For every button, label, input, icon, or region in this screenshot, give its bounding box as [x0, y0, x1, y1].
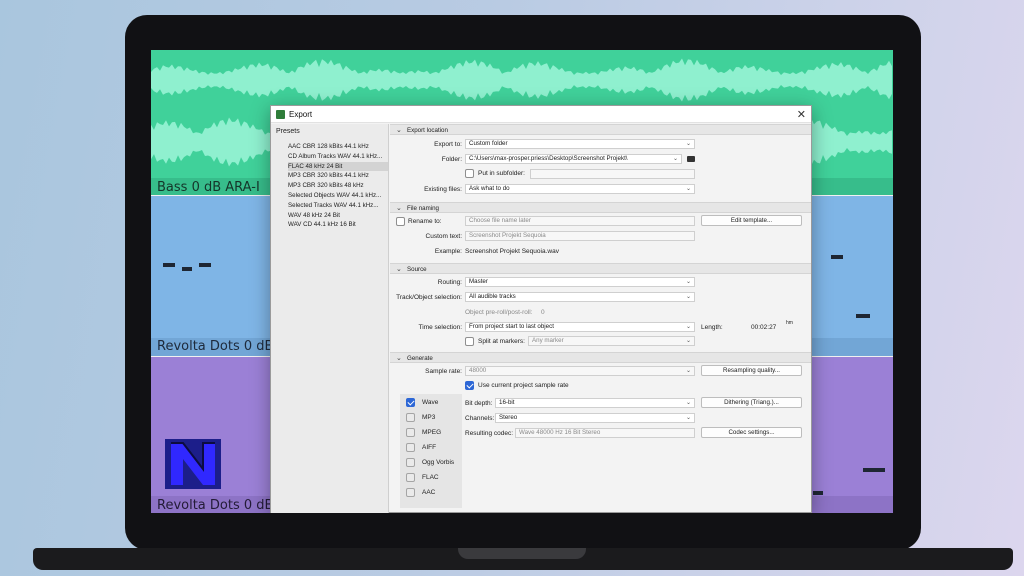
channels-select[interactable]: Stereo ⌄	[495, 413, 695, 423]
time-selection-select[interactable]: From project start to last object ⌄	[465, 322, 695, 332]
track-label-dots-1: Revolta Dots 0 dB	[157, 339, 274, 354]
example-value: Screenshot Projekt Sequoia.wav	[465, 248, 559, 255]
format-label: Wave	[422, 399, 439, 406]
dithering-button[interactable]: Dithering (Triang.)...	[701, 397, 802, 408]
midi-note	[856, 314, 870, 318]
export-to-select[interactable]: Custom folder ⌄	[465, 139, 695, 149]
section-file-naming[interactable]: ⌄ File naming	[390, 202, 811, 213]
existing-files-select[interactable]: Ask what to do ⌄	[465, 184, 695, 194]
bit-depth-select[interactable]: 16-bit ⌄	[495, 398, 695, 408]
preroll-value[interactable]: 0	[541, 309, 545, 316]
format-checkbox-mpeg[interactable]	[406, 428, 415, 437]
subfolder-checkbox[interactable]	[465, 169, 474, 178]
preset-item[interactable]: CD Album Tracks WAV 44.1 kHz...	[288, 152, 388, 162]
preset-item[interactable]: Selected Objects WAV 44.1 kHz...	[288, 191, 388, 201]
routing-select[interactable]: Master ⌄	[465, 277, 695, 287]
format-label: AIFF	[422, 444, 437, 451]
length-unit[interactable]: hm	[786, 320, 793, 326]
time-selection-label: Time selection:	[418, 324, 462, 331]
preset-list: AAC CBR 128 kBits 44.1 kHz CD Album Trac…	[288, 142, 388, 230]
export-to-label: Export to:	[434, 141, 462, 148]
sample-rate-label: Sample rate:	[425, 368, 462, 375]
midi-note	[182, 267, 192, 271]
format-label: Ogg Vorbis	[422, 459, 455, 466]
example-label: Example:	[434, 248, 462, 255]
existing-files-label: Existing files:	[424, 186, 462, 193]
use-project-rate-checkbox[interactable]	[465, 381, 474, 390]
section-export-location[interactable]: ⌄ Export location	[390, 124, 811, 135]
format-checkbox-flac[interactable]	[406, 473, 415, 482]
export-dialog: Export ✕ Presets AAC CBR 128 kBits 44.1 …	[270, 105, 812, 513]
sample-rate-select[interactable]: 48000 ⌄	[465, 366, 695, 376]
close-icon[interactable]: ✕	[797, 108, 806, 121]
dialog-title: Export	[289, 110, 313, 119]
midi-note	[831, 255, 843, 259]
bit-depth-label: Bit depth:	[465, 400, 493, 407]
preset-item[interactable]: AAC CBR 128 kBits 44.1 kHz	[288, 142, 388, 152]
format-checkbox-mp3[interactable]	[406, 413, 415, 422]
preset-item[interactable]: Selected Tracks WAV 44.1 kHz...	[288, 201, 388, 211]
track-selection-select[interactable]: All audible tracks ⌄	[465, 292, 695, 302]
track-label-dots-2: Revolta Dots 0 dB	[157, 498, 274, 513]
section-source[interactable]: ⌄ Source	[390, 263, 811, 274]
format-label: MP3	[422, 414, 436, 421]
midi-note	[813, 491, 823, 495]
folder-icon[interactable]	[687, 156, 695, 162]
preset-item[interactable]: WAV 48 kHz 24 Bit	[288, 211, 388, 221]
custom-text-input[interactable]: Screenshot Projekt Sequoia	[465, 231, 695, 241]
format-label: FLAC	[422, 474, 439, 481]
preset-item[interactable]: MP3 CBR 320 kBits 44.1 kHz	[288, 171, 388, 181]
preset-item[interactable]: MP3 CBR 320 kBits 48 kHz	[288, 181, 388, 191]
length-value: 00:02:27	[751, 324, 777, 331]
format-checkbox-aiff[interactable]	[406, 443, 415, 452]
custom-text-label: Custom text:	[425, 233, 462, 240]
format-label: AAC	[422, 489, 436, 496]
midi-note	[199, 263, 211, 267]
folder-label: Folder:	[441, 156, 462, 163]
presets-panel: Presets AAC CBR 128 kBits 44.1 kHz CD Al…	[271, 124, 389, 513]
subfolder-label: Put in subfolder:	[478, 170, 525, 177]
length-label: Length:	[701, 324, 723, 331]
midi-note	[863, 468, 885, 472]
format-checkbox-aac[interactable]	[406, 488, 415, 497]
resampling-quality-button[interactable]: Resampling quality...	[701, 365, 802, 376]
split-markers-label: Split at markers:	[478, 338, 525, 345]
section-generate[interactable]: ⌄ Generate	[390, 352, 811, 363]
edit-template-button[interactable]: Edit template...	[701, 215, 802, 226]
subfolder-input[interactable]	[530, 169, 695, 179]
format-checkbox-ogg[interactable]	[406, 458, 415, 467]
format-checkbox-wave[interactable]	[406, 398, 415, 407]
presets-title: Presets	[276, 128, 300, 135]
preset-item[interactable]: FLAC 48 kHz 24 Bit	[288, 161, 388, 172]
rename-checkbox[interactable]	[396, 217, 405, 226]
preroll-label: Object pre-roll/post-roll:	[465, 309, 533, 316]
preset-item[interactable]: WAV CD 44.1 kHz 16 Bit	[288, 220, 388, 230]
split-markers-select[interactable]: Any marker ⌄	[528, 336, 695, 346]
export-settings: ⌄ Export location Export to: Custom fold…	[390, 124, 811, 513]
format-label: MPEG	[422, 429, 442, 436]
midi-note	[163, 263, 175, 267]
channels-label: Channels:	[465, 415, 495, 422]
folder-select[interactable]: C:\Users\max-prosper.priess\Desktop\Scre…	[465, 154, 682, 164]
rename-input[interactable]: Choose file name later	[465, 216, 695, 226]
app-icon	[276, 110, 285, 119]
dialog-titlebar[interactable]: Export ✕	[271, 106, 811, 123]
chevron-down-icon: ⌄	[396, 205, 402, 212]
split-markers-checkbox[interactable]	[465, 337, 474, 346]
use-project-rate-label: Use current project sample rate	[478, 382, 569, 389]
codec-settings-button[interactable]: Codec settings...	[701, 427, 802, 438]
laptop-screen: Bass 0 dB ARA-I Revolta Dots 0 dB Revolt…	[151, 50, 893, 513]
rename-label: Rename to:	[408, 218, 442, 225]
routing-label: Routing:	[437, 279, 462, 286]
codec-label: Resulting codec:	[465, 430, 514, 437]
chevron-down-icon: ⌄	[396, 127, 402, 134]
codec-value: Wave 48000 Hz 16 Bit Stereo	[515, 428, 695, 438]
chevron-down-icon: ⌄	[396, 355, 402, 362]
track-selection-label: Track/Object selection:	[396, 294, 462, 301]
n-logo-icon	[165, 439, 221, 489]
laptop-notch	[458, 548, 586, 559]
chevron-down-icon: ⌄	[396, 266, 402, 273]
track-label-bass: Bass 0 dB ARA-I	[157, 180, 260, 195]
